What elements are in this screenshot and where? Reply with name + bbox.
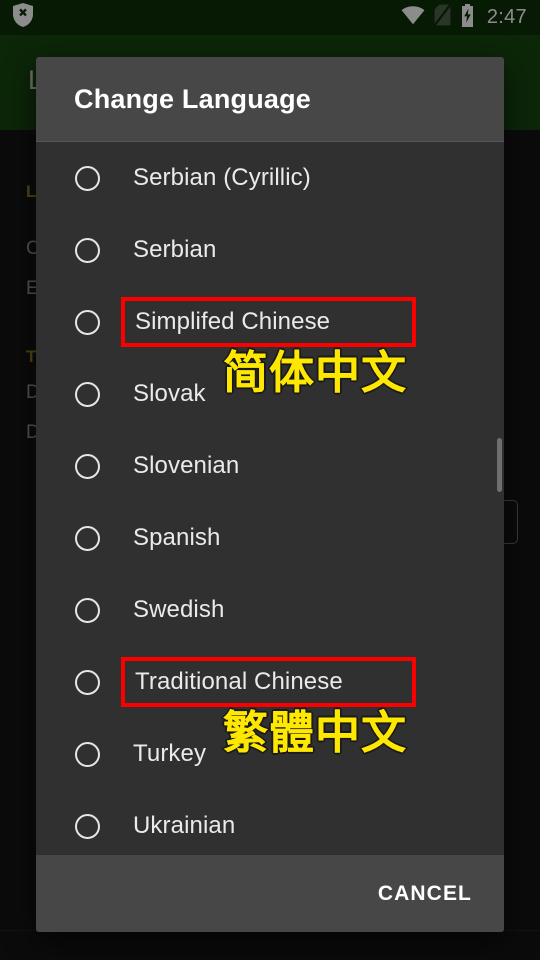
annotation-traditional-chinese-fill: 繁體中文 [223,706,408,759]
cancel-button[interactable]: CANCEL [378,882,472,906]
radio-button-icon[interactable] [75,453,100,479]
radio-button-icon[interactable] [75,525,100,551]
list-item-label: Ukrainian [133,812,236,839]
list-item-label: Spanish [133,524,221,551]
radio-button-icon[interactable] [75,165,100,191]
list-item-label: Slovak [133,380,206,407]
radio-button-icon[interactable] [75,309,100,335]
list-item-serbian[interactable]: Serbian [36,214,504,286]
list-item-spanish[interactable]: Spanish [36,502,504,574]
dialog-header: Change Language [36,57,504,141]
list-item-label: Serbian [133,236,217,263]
radio-button-icon[interactable] [75,741,100,767]
list-item-label: Serbian (Cyrillic) [133,164,311,191]
list-item-label: Slovenian [133,452,240,479]
radio-button-icon[interactable] [75,669,100,695]
list-item-label: Turkey [133,740,207,767]
radio-button-icon[interactable] [75,597,100,623]
list-item-serbian-cyrillic[interactable]: Serbian (Cyrillic) [36,142,504,214]
list-scrollbar-thumb[interactable] [497,438,502,492]
list-item-slovenian[interactable]: Slovenian [36,430,504,502]
list-item-ukrainian[interactable]: Ukrainian [36,790,504,855]
list-item-swedish[interactable]: Swedish [36,574,504,646]
phone-screen: L La C E T D D [0,0,540,960]
annotation-simplified-chinese-fill: 简体中文 [223,346,408,399]
radio-button-icon[interactable] [75,381,100,407]
radio-button-icon[interactable] [75,237,100,263]
list-item-label: Simplifed Chinese [121,297,416,347]
radio-button-icon[interactable] [75,813,100,839]
list-item-label: Traditional Chinese [121,657,416,707]
change-language-dialog: Change Language Serbian (Cyrillic) Serbi… [36,57,504,932]
dialog-footer: CANCEL [36,855,504,932]
dialog-title: Change Language [74,83,312,114]
list-item-label: Swedish [133,596,225,623]
